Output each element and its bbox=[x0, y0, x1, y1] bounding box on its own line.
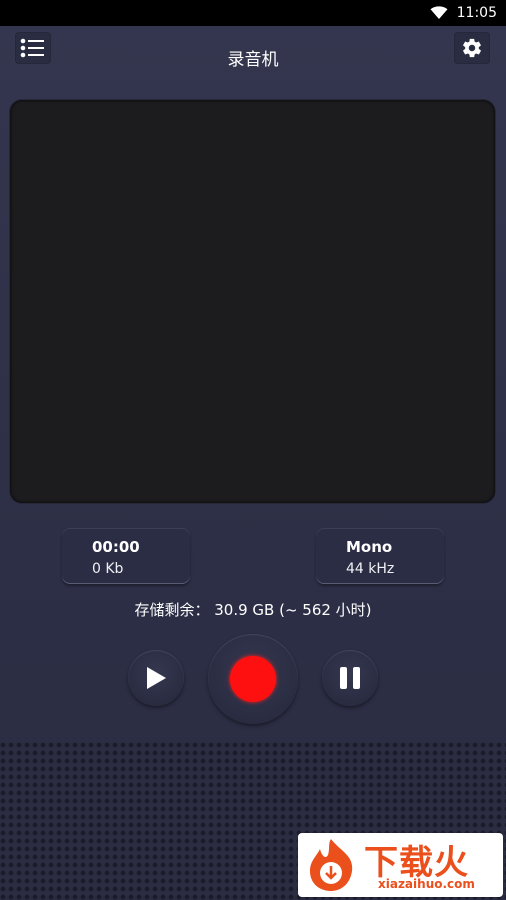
page-title: 录音机 bbox=[227, 50, 279, 70]
channel-label: Mono bbox=[346, 538, 393, 556]
sample-rate-label: 44 kHz bbox=[346, 561, 395, 577]
storage-remaining: 存储剩余： 30.9 GB (~ 562 小时) bbox=[134, 601, 372, 619]
flame-logo-icon bbox=[310, 839, 353, 891]
duration-label: 00:00 bbox=[92, 538, 140, 556]
status-bar: 11:05 bbox=[0, 0, 506, 26]
watermark-en: xiazaihuo.com bbox=[378, 877, 475, 891]
wifi-icon bbox=[430, 6, 448, 19]
pause-button[interactable] bbox=[322, 650, 378, 706]
settings-button[interactable] bbox=[454, 32, 490, 64]
waveform-display bbox=[10, 100, 495, 503]
play-icon bbox=[147, 667, 166, 689]
record-icon bbox=[230, 656, 276, 702]
watermark: 下载火 xiazaihuo.com bbox=[298, 833, 503, 897]
status-time: 11:05 bbox=[456, 5, 497, 21]
duration-size-panel: 00:00 0 Kb bbox=[62, 528, 190, 584]
audio-format-panel[interactable]: Mono 44 kHz bbox=[316, 528, 444, 584]
gear-icon bbox=[463, 38, 481, 58]
pause-icon bbox=[340, 667, 360, 689]
file-size-label: 0 Kb bbox=[92, 561, 124, 577]
play-button[interactable] bbox=[128, 650, 184, 706]
record-button[interactable] bbox=[208, 634, 298, 724]
